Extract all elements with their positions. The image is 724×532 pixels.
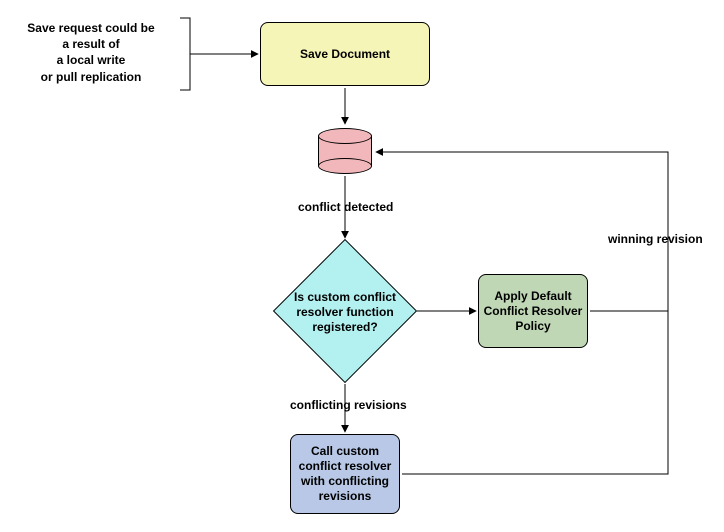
node-save-document-label: Save Document — [300, 47, 390, 62]
node-apply-default-label: Apply Default Conflict Resolver Policy — [483, 289, 583, 334]
node-datastore — [318, 128, 372, 174]
node-call-custom-label: Call custom conflict resolver with confl… — [295, 444, 395, 504]
edge-label-conflict-detected: conflict detected — [298, 200, 393, 214]
node-save-document: Save Document — [260, 22, 430, 86]
node-call-custom: Call custom conflict resolver with confl… — [290, 434, 400, 514]
edge-label-conflicting-revisions: conflicting revisions — [290, 398, 407, 412]
node-decision-label: Is custom conflict resolver function reg… — [275, 242, 415, 382]
annotation-save-request: Save request could bea result ofa local … — [6, 20, 176, 85]
edge-label-winning-revision: winning revision — [608, 232, 703, 246]
node-apply-default: Apply Default Conflict Resolver Policy — [478, 274, 588, 348]
